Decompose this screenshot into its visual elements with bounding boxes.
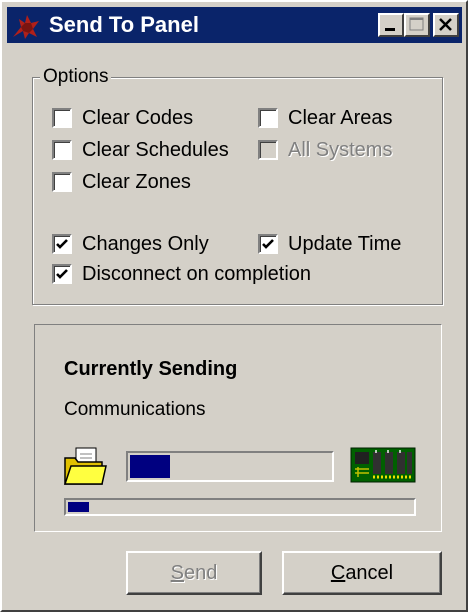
send-button-mnemonic: S	[170, 562, 184, 584]
current-progress-fill	[130, 455, 170, 478]
maximize-button[interactable]	[404, 13, 430, 37]
checkbox-label: Clear Schedules	[82, 138, 229, 161]
overall-progress-fill	[68, 502, 89, 512]
checkbox-label: Clear Codes	[82, 106, 194, 129]
checkbox-label: Clear Zones	[82, 170, 191, 193]
current-progress-bar	[126, 451, 334, 482]
checkbox-box	[52, 234, 72, 254]
folder-icon	[63, 447, 107, 485]
cancel-button-mnemonic: C	[330, 562, 346, 584]
minimize-button[interactable]	[378, 13, 404, 37]
clear-zones-checkbox[interactable]: Clear Zones	[52, 169, 191, 195]
overall-progress-bar	[64, 498, 416, 516]
currently-sending-title: Currently Sending	[64, 358, 238, 380]
checkbox-box	[52, 264, 72, 284]
checkbox-box	[258, 108, 278, 128]
send-button[interactable]: Send	[126, 551, 262, 595]
checkbox-box	[258, 234, 278, 254]
checkbox-label: Clear Areas	[288, 106, 393, 129]
title-bar[interactable]: Send To Panel	[7, 7, 462, 43]
circuit-board-icon	[350, 447, 416, 483]
update-time-checkbox[interactable]: Update Time	[258, 231, 401, 257]
maximize-icon	[409, 17, 424, 31]
checkbox-box	[52, 108, 72, 128]
checkbox-label: All Systems	[288, 138, 393, 161]
all-systems-checkbox[interactable]: All Systems	[258, 137, 392, 163]
cancel-button[interactable]: Cancel	[282, 551, 442, 595]
status-message: Communications	[64, 399, 206, 420]
checkbox-label: Update Time	[288, 232, 402, 255]
checkmark-icon	[262, 239, 274, 249]
checkbox-box	[258, 140, 278, 160]
send-button-label: end	[183, 562, 218, 584]
checkbox-label: Disconnect on completion	[82, 262, 312, 285]
clear-schedules-checkbox[interactable]: Clear Schedules	[52, 137, 229, 163]
cancel-button-label: ancel	[345, 562, 394, 584]
send-to-panel-dialog: Send To Panel Options Clear Codes Clear …	[0, 0, 468, 612]
checkbox-box	[52, 172, 72, 192]
checkmark-icon	[56, 269, 68, 279]
changes-only-checkbox[interactable]: Changes Only	[52, 231, 209, 257]
checkmark-icon	[56, 239, 68, 249]
close-button[interactable]	[433, 13, 459, 37]
clear-codes-checkbox[interactable]: Clear Codes	[52, 105, 193, 131]
close-icon	[439, 18, 452, 31]
disconnect-on-completion-checkbox[interactable]: Disconnect on completion	[52, 261, 311, 287]
app-icon	[13, 15, 39, 39]
clear-areas-checkbox[interactable]: Clear Areas	[258, 105, 393, 131]
checkbox-box	[52, 140, 72, 160]
checkbox-label: Changes Only	[82, 232, 209, 255]
window-title: Send To Panel	[49, 12, 199, 37]
minimize-icon	[385, 28, 395, 31]
options-group-label: Options	[40, 66, 112, 88]
